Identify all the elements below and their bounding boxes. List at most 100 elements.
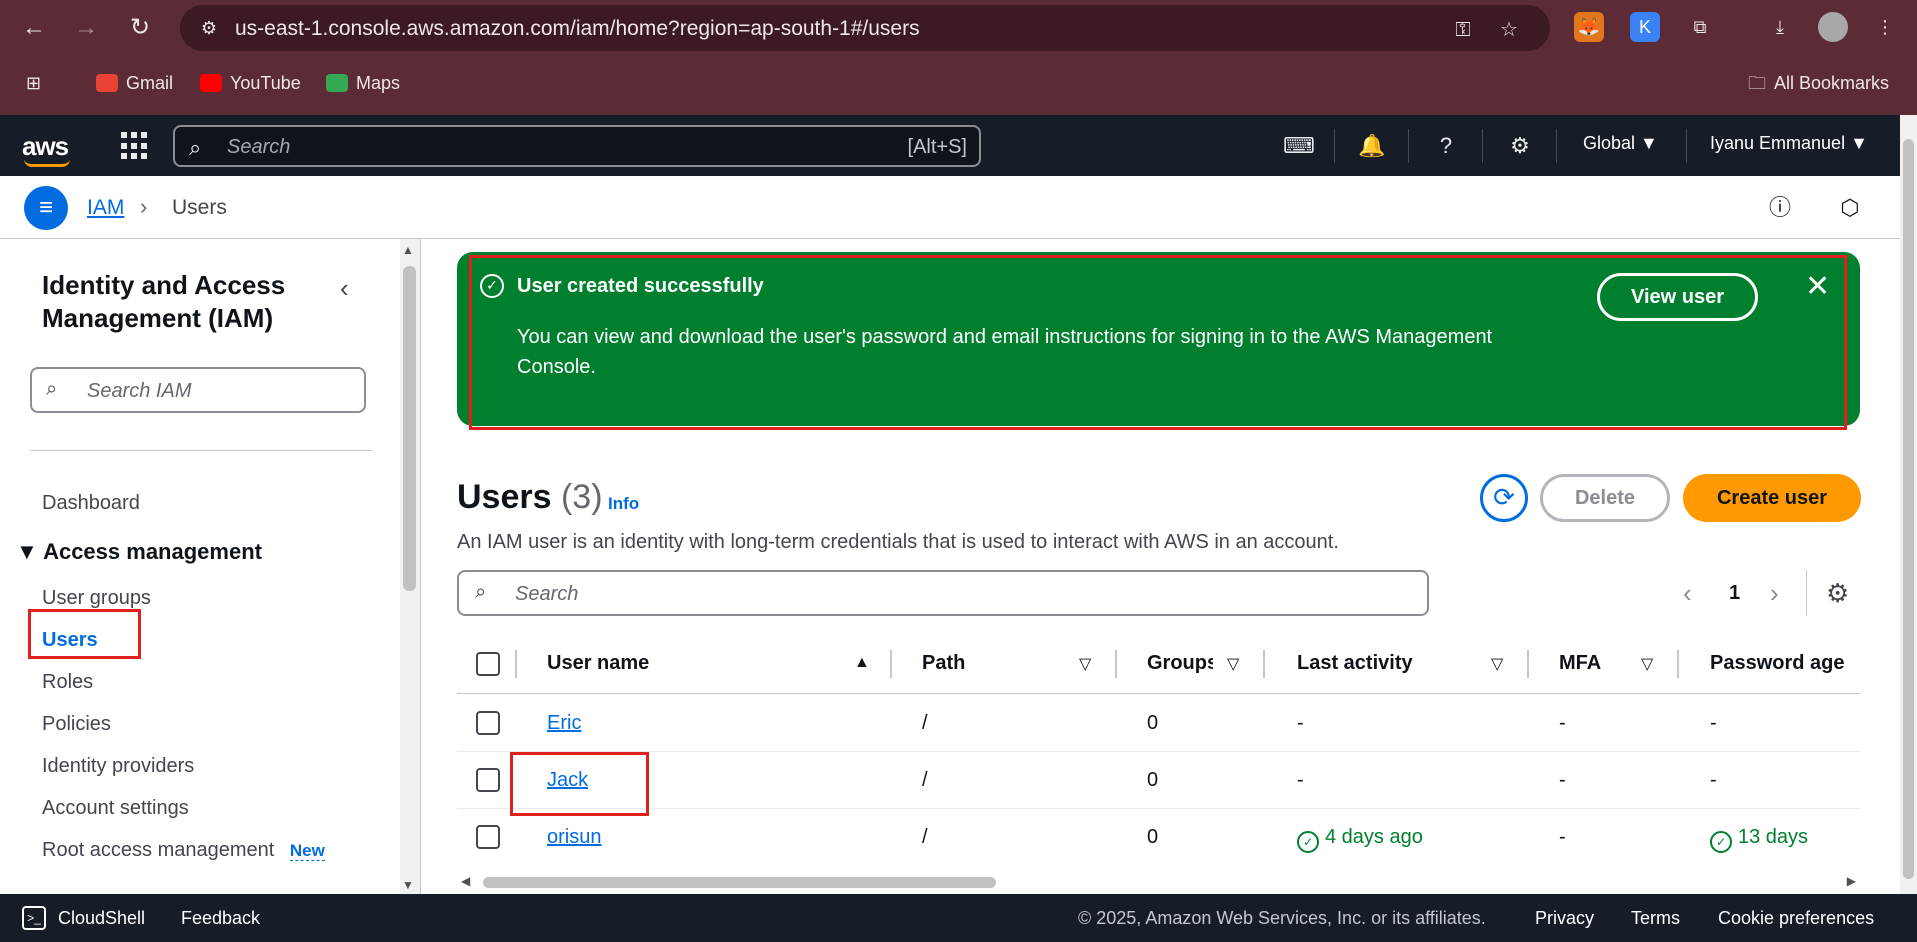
chevron-right-icon[interactable]: ›	[1770, 578, 1779, 609]
sidebar-item-policies[interactable]: Policies	[42, 713, 111, 736]
k-extension-icon[interactable]: K	[1630, 12, 1660, 42]
sidebar-search-input[interactable]: ⌕ Search IAM	[30, 367, 366, 413]
users-title-text: Users	[457, 478, 552, 516]
download-icon[interactable]: ⤓	[1765, 12, 1795, 42]
table-header: User name ▲ Path ▽ Groups ▽ Last activit…	[457, 634, 1860, 694]
pager-divider	[1806, 570, 1807, 616]
sidebar-item-roles[interactable]: Roles	[42, 671, 93, 694]
bookmark-youtube[interactable]: YouTube	[200, 70, 301, 96]
user-password-age: -	[1710, 712, 1717, 734]
row-checkbox[interactable]	[476, 768, 500, 792]
page-number[interactable]: 1	[1729, 582, 1740, 605]
site-settings-icon[interactable]: ⚙	[196, 15, 222, 41]
chevron-left-icon[interactable]: ‹	[1683, 578, 1692, 609]
table-horizontal-scrollbar[interactable]: ◀ ▶	[457, 874, 1860, 890]
sidebar-section-label: Access management	[43, 539, 262, 564]
column-header-last-activity[interactable]: Last activity	[1297, 652, 1413, 675]
sort-ascending-icon[interactable]: ▲	[854, 654, 870, 672]
extensions-puzzle-icon[interactable]: ⧉	[1685, 12, 1715, 42]
column-header-groups[interactable]: Groups	[1147, 652, 1213, 675]
scroll-down-icon[interactable]: ▼	[402, 878, 414, 892]
metamask-extension-icon[interactable]: 🦊	[1574, 12, 1604, 42]
services-menu-icon[interactable]	[121, 132, 149, 160]
sidebar-item-root-access[interactable]: Root access management New	[42, 839, 325, 862]
bookmark-star-icon[interactable]: ☆	[1496, 17, 1522, 43]
page-scrollbar-thumb[interactable]	[1903, 139, 1914, 879]
footer-privacy[interactable]: Privacy	[1535, 908, 1594, 929]
back-arrow-icon[interactable]: ←	[18, 12, 50, 44]
footer-terms[interactable]: Terms	[1631, 908, 1680, 929]
column-divider[interactable]	[1263, 650, 1265, 678]
collapse-sidebar-icon[interactable]: ‹	[340, 273, 349, 304]
user-name-link[interactable]: orisun	[547, 826, 601, 849]
hexagon-feedback-icon[interactable]: ⬡	[1836, 194, 1864, 222]
forward-arrow-icon[interactable]: →	[70, 12, 102, 44]
apps-grid-icon[interactable]: ⊞	[26, 70, 41, 96]
column-divider[interactable]	[1527, 650, 1529, 678]
aws-logo[interactable]: aws	[22, 131, 69, 162]
create-user-button[interactable]: Create user	[1683, 474, 1861, 522]
sidebar-item-dashboard[interactable]: Dashboard	[42, 492, 140, 515]
all-bookmarks[interactable]: 🗀 All Bookmarks	[1748, 70, 1889, 96]
bookmark-gmail[interactable]: Gmail	[96, 70, 173, 96]
breadcrumb-iam-link[interactable]: IAM	[87, 196, 124, 220]
footer-cookie-preferences[interactable]: Cookie preferences	[1718, 908, 1874, 929]
profile-avatar[interactable]	[1818, 12, 1848, 42]
column-header-password-age[interactable]: Password age	[1710, 652, 1845, 675]
page-scrollbar[interactable]	[1900, 115, 1917, 894]
browser-toolbar: ← → ↻ ⚙ us-east-1.console.aws.amazon.com…	[0, 0, 1917, 56]
last-activity-value: 4 days ago	[1325, 826, 1423, 848]
footer-cloudshell[interactable]: CloudShell	[58, 908, 145, 929]
reload-icon[interactable]: ↻	[124, 12, 156, 44]
sort-icon[interactable]: ▽	[1079, 654, 1091, 674]
help-icon[interactable]: ?	[1431, 131, 1461, 161]
user-name-link[interactable]: Eric	[547, 712, 581, 735]
column-header-user-name[interactable]: User name	[547, 652, 649, 675]
users-search-input[interactable]: ⌕ Search	[457, 570, 1429, 616]
row-checkbox[interactable]	[476, 711, 500, 735]
select-all-checkbox[interactable]	[476, 652, 500, 676]
footer-copyright: © 2025, Amazon Web Services, Inc. or its…	[1078, 908, 1486, 928]
cloudshell-icon[interactable]: ⌨	[1283, 131, 1315, 161]
user-last-activity[interactable]: ✓ 4 days ago	[1297, 826, 1423, 853]
scroll-left-icon[interactable]: ◀	[461, 874, 470, 888]
column-divider[interactable]	[1115, 650, 1117, 678]
notifications-bell-icon[interactable]: 🔔	[1357, 131, 1387, 161]
scroll-up-icon[interactable]: ▲	[402, 243, 414, 257]
cloudshell-icon[interactable]: >_	[22, 906, 46, 930]
row-checkbox[interactable]	[476, 825, 500, 849]
column-divider[interactable]	[1677, 650, 1679, 678]
footer-feedback[interactable]: Feedback	[181, 908, 260, 929]
settings-gear-icon[interactable]: ⚙	[1505, 131, 1535, 161]
refresh-icon[interactable]: ⟳	[1480, 474, 1528, 522]
bookmark-maps[interactable]: Maps	[326, 70, 400, 96]
password-key-icon[interactable]: ⚿	[1450, 17, 1476, 43]
chevron-right-icon: ›	[140, 194, 148, 219]
column-header-path[interactable]: Path	[922, 652, 965, 675]
info-link[interactable]: Info	[608, 494, 639, 514]
new-badge: New	[289, 841, 325, 861]
sidebar-item-user-groups[interactable]: User groups	[42, 587, 151, 610]
sort-icon[interactable]: ▽	[1491, 654, 1503, 674]
column-header-mfa[interactable]: MFA	[1559, 652, 1601, 675]
sidebar-section-access-management[interactable]: ▼ Access management	[16, 539, 262, 565]
delete-button[interactable]: Delete	[1540, 474, 1670, 522]
breadcrumb-current: Users	[172, 196, 227, 219]
table-row: orisun / 0 ✓ 4 days ago - ✓ 13 days	[457, 809, 1860, 866]
hamburger-menu-icon[interactable]: ≡	[24, 186, 68, 230]
account-menu[interactable]: Iyanu Emmanuel ▼	[1710, 133, 1868, 154]
column-divider[interactable]	[890, 650, 892, 678]
region-selector[interactable]: Global ▼	[1583, 133, 1658, 154]
table-preferences-gear-icon[interactable]: ⚙	[1826, 578, 1849, 609]
browser-menu-icon[interactable]: ⋮	[1870, 12, 1900, 42]
scroll-right-icon[interactable]: ▶	[1847, 874, 1856, 888]
sidebar-scrollbar-thumb[interactable]	[403, 266, 416, 591]
info-icon[interactable]: ⓘ	[1766, 194, 1794, 222]
address-bar[interactable]: ⚙ us-east-1.console.aws.amazon.com/iam/h…	[180, 5, 1550, 51]
aws-search-input[interactable]: ⌕ Search [Alt+S]	[173, 125, 981, 167]
table-scrollbar-thumb[interactable]	[483, 877, 996, 888]
sort-icon[interactable]: ▽	[1227, 654, 1239, 674]
sidebar-item-identity-providers[interactable]: Identity providers	[42, 755, 194, 778]
sort-icon[interactable]: ▽	[1641, 654, 1653, 674]
sidebar-item-account-settings[interactable]: Account settings	[42, 797, 189, 820]
